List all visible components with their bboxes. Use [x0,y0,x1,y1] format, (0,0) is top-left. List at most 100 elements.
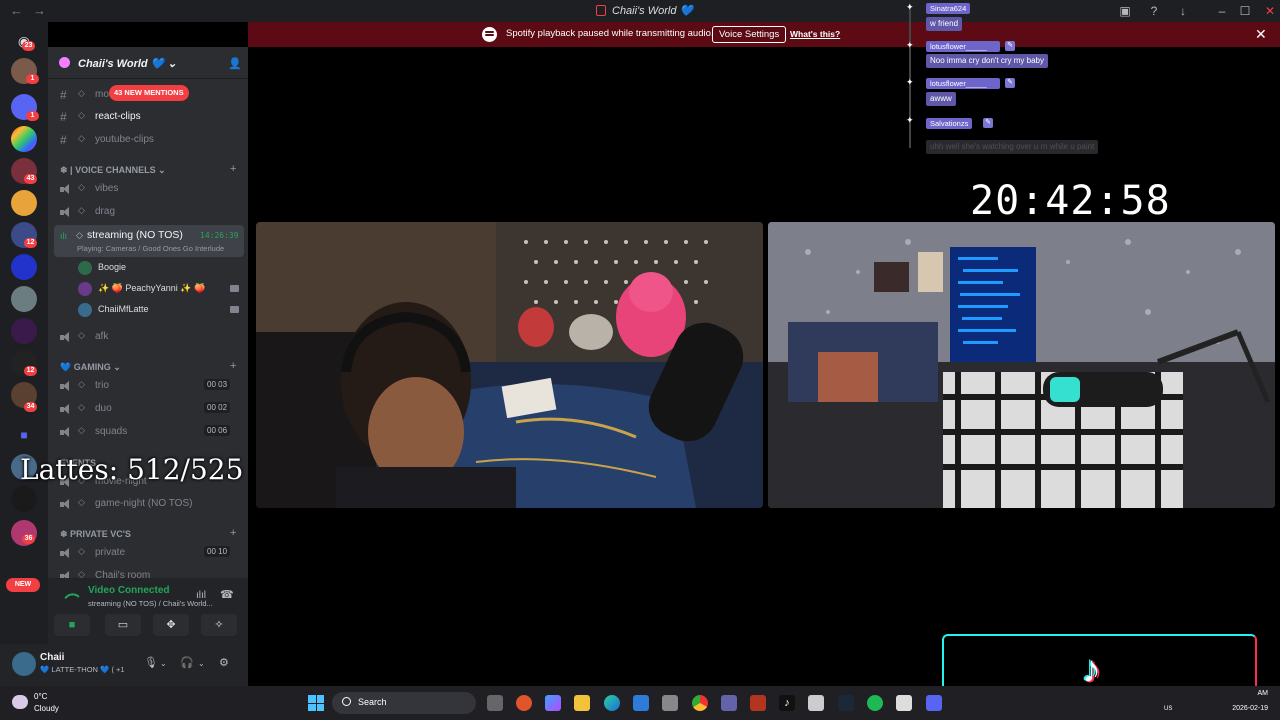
channel-duo[interactable]: ◇ duo 00 02 [56,399,244,419]
teams-icon[interactable] [721,695,737,711]
search-icon [342,697,351,706]
close-banner-icon[interactable]: ✕ [1255,26,1267,43]
channel-private[interactable]: ◇ private 00 10 [56,543,244,563]
user-count: 00 10 [204,546,231,557]
weather-temperature[interactable]: 0°C [34,692,47,701]
start-button[interactable] [308,695,324,711]
keyboard-layout[interactable]: US [1164,706,1172,712]
invite-icon[interactable]: 👤 [228,57,242,70]
voice-user[interactable]: ✨ 🍑 PeachyYanni ✨ 🍑 [76,280,244,298]
channel-trio[interactable]: ◇ trio 00 03 [56,376,244,396]
screen-share-button[interactable]: ▭ [105,614,141,636]
clock-time[interactable]: AM [1232,690,1269,697]
disconnect-icon[interactable]: ☎ [220,588,234,601]
minimize-icon[interactable]: – [1214,3,1230,19]
username[interactable]: Chaii [40,652,64,663]
notepad-icon[interactable] [896,695,912,711]
discord-icon[interactable] [926,695,942,711]
tiktok-icon[interactable]: ♪ [779,695,795,711]
video-tile-room-camera[interactable] [768,222,1275,508]
user-panel: Chaii 💙 LATTE-THON 💙 ( +1 🎙 ⌄ 🎧 ⌄ ⚙ [0,644,248,686]
server-flower-icon [59,57,70,68]
category-gaming[interactable]: 💙 GAMING ⌄ [60,362,121,373]
app-icon[interactable] [633,695,649,711]
steam-icon[interactable] [838,695,854,711]
video-tile-webcam[interactable] [256,222,763,508]
copilot-icon[interactable] [545,695,561,711]
whats-this-link[interactable]: What's this? [790,29,840,39]
server-badge: 1 [26,111,39,121]
server-icon[interactable] [11,254,37,280]
new-mentions-pill[interactable]: 43 NEW MENTIONS [109,85,189,101]
weather-icon[interactable] [12,695,28,709]
help-icon[interactable]: ? [1146,3,1162,19]
channel-game-night[interactable]: ◇ game-night (NO TOS) [56,494,244,514]
chrome-icon[interactable] [692,695,708,711]
speaker-icon [60,381,70,391]
back-forward-nav[interactable]: ←→ [10,3,56,18]
taskbar-search[interactable]: Search [332,692,476,714]
add-channel-icon[interactable]: + [230,163,236,175]
channel-streaming-active[interactable]: ılı ◇ streaming (NO TOS) 14:26:39 Playin… [54,225,244,257]
edge-icon[interactable] [604,695,620,711]
server-icon[interactable] [11,126,37,152]
chevron-down-icon[interactable]: ⌄ [160,659,167,668]
server-icon[interactable] [11,318,37,344]
server-icon[interactable] [11,286,37,312]
activities-button[interactable]: ✥ [153,614,189,636]
channel-label: streaming (NO TOS) [87,229,183,241]
speaker-icon [60,184,70,194]
app-icon[interactable] [808,695,824,711]
clock-date[interactable]: 2026-02-19 [1226,705,1268,712]
category-private-vcs[interactable]: ❄ PRIVATE VC'S [60,529,131,540]
channel-drag[interactable]: ◇ drag [56,202,244,222]
chat-username: Salvationzs [926,118,973,129]
connection-location[interactable]: streaming (NO TOS) / Chaii's World... [88,599,213,608]
weather-condition[interactable]: Cloudy [34,704,59,713]
camera-icon [230,306,239,313]
gear-icon[interactable]: ⚙ [219,656,229,669]
spotify-icon[interactable] [867,695,883,711]
voice-settings-button[interactable]: Voice Settings [712,26,787,43]
noise-suppression-icon[interactable]: ılıl [196,590,206,601]
channel-squads[interactable]: ◇ squads 00 06 [56,422,244,442]
category-voice-channels[interactable]: ❄ | VOICE CHANNELS ⌄ [60,165,166,176]
file-explorer-icon[interactable] [574,695,590,711]
channel-youtube-clips[interactable]: # ◇ youtube-clips [56,130,244,150]
browser-icon[interactable] [516,695,532,711]
store-icon[interactable] [662,695,678,711]
connection-status[interactable]: Video Connected [88,585,170,596]
server-icon[interactable] [11,486,37,512]
custom-status: 💙 LATTE-THON 💙 ( +1 [40,665,125,674]
hash-icon: # [60,88,67,102]
add-channel-icon[interactable]: + [230,527,236,539]
task-view-icon[interactable] [487,695,503,711]
app-icon[interactable] [750,695,766,711]
speaker-icon [60,499,70,509]
download-icon[interactable]: ↓ [1175,3,1191,19]
server-header[interactable]: Chaii's World 💙 ⌄ 👤 [48,47,248,79]
inbox-icon[interactable]: ▣ [1117,3,1133,19]
microphone-icon[interactable]: 🎙 [144,656,158,669]
avatar[interactable] [12,652,36,676]
channel-react-clips[interactable]: # ◇ react-clips [56,107,244,127]
voice-user[interactable]: ChaiiMfLatte [76,301,244,319]
close-window-icon[interactable]: ✕ [1262,3,1278,19]
speaker-icon [60,332,70,342]
server-icon[interactable] [11,190,37,216]
voice-user[interactable]: Boogie [76,259,244,277]
channel-afk[interactable]: ◇ afk [56,327,244,347]
new-servers-badge[interactable]: NEW [6,578,40,592]
server-rail: ◉ 23 1 1 43 12 12 34 ■ 36 NEW [0,22,48,686]
add-channel-icon[interactable]: + [230,360,236,372]
headphones-icon[interactable]: 🎧 [180,656,194,669]
folder-icon[interactable]: ■ [11,422,37,448]
signal-icon[interactable] [64,589,80,605]
soundboard-button[interactable]: ✧ [201,614,237,636]
camera-toggle-button[interactable]: ■ [54,614,90,636]
maximize-icon[interactable]: ☐ [1237,3,1253,19]
channel-vibes[interactable]: ◇ vibes [56,179,244,199]
chevron-down-icon[interactable]: ⌄ [198,659,205,668]
pencil-icon: ✎ [1005,41,1015,51]
voice-user-name: Boogie [98,262,127,272]
